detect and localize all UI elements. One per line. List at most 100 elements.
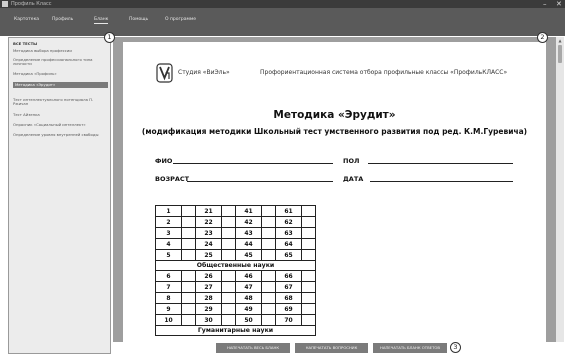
question-number-cell: 2	[155, 216, 182, 228]
callout-badge-1: 1	[104, 32, 115, 43]
sidebar-item-social-intelligence[interactable]: Опросник «Социальный интеллект»	[13, 122, 108, 127]
form-page: Студия «ВиЭль» Профориентационная систем…	[123, 42, 546, 342]
sidebar-item-eysenck[interactable]: Тест Айзенка	[13, 112, 108, 117]
question-number-cell: 70	[275, 314, 302, 326]
question-number-cell: 64	[275, 238, 302, 250]
date-label: ДАТА	[343, 175, 364, 183]
studio-logo-icon	[156, 63, 173, 83]
answer-cell	[261, 303, 276, 315]
answer-cell	[221, 270, 236, 282]
date-line	[370, 181, 513, 182]
menu-item-about[interactable]: О программе	[165, 17, 196, 22]
sex-label: ПОЛ	[343, 157, 360, 165]
callout-badge-3: 3	[450, 342, 461, 353]
question-number-cell: 6	[155, 270, 182, 282]
sidebar-item-profession-choice[interactable]: Методика выбора профессии	[13, 48, 108, 53]
question-number-cell: 30	[195, 314, 222, 326]
question-number-cell: 25	[195, 249, 222, 261]
answer-cell	[301, 227, 316, 239]
callout-badge-2: 2	[537, 32, 548, 43]
question-number-cell: 41	[235, 205, 262, 217]
grid-row: 2 22 42 62	[155, 216, 316, 228]
answer-cell	[301, 292, 316, 304]
grid-row: 3 23 43 63	[155, 227, 316, 239]
menu-item-profile[interactable]: Профиль	[52, 17, 73, 22]
viewer-scrollbar[interactable]: ▲	[556, 37, 564, 342]
question-number-cell: 44	[235, 238, 262, 250]
menu-item-help[interactable]: Помощь	[129, 17, 148, 22]
print-answers-button[interactable]: НАПЕЧАТАТЬ БЛАНК ОТВЕТОВ	[373, 343, 447, 353]
question-number-cell: 28	[195, 292, 222, 304]
question-number-cell: 7	[155, 281, 182, 293]
question-number-cell: 49	[235, 303, 262, 315]
question-number-cell: 62	[275, 216, 302, 228]
question-number-cell: 69	[275, 303, 302, 315]
question-number-cell: 61	[275, 205, 302, 217]
answer-cell	[221, 281, 236, 293]
answer-cell	[181, 270, 196, 282]
answer-cell	[221, 292, 236, 304]
answer-cell	[221, 238, 236, 250]
answer-cell	[301, 281, 316, 293]
sex-line	[368, 163, 513, 164]
scroll-thumb[interactable]	[558, 45, 562, 63]
scroll-up-icon[interactable]: ▲	[557, 38, 563, 43]
answer-cell	[301, 238, 316, 250]
minimize-button[interactable]: –	[543, 0, 547, 8]
answer-cell	[301, 216, 316, 228]
grid-row: 10 30 50 70	[155, 314, 316, 326]
print-all-button[interactable]: НАПЕЧАТАТЬ ВЕСЬ БЛАНК	[216, 343, 290, 353]
question-number-cell: 9	[155, 303, 182, 315]
sidebar-item-professional-type[interactable]: Определение профессионального типа лично…	[13, 57, 108, 67]
answer-cell	[221, 227, 236, 239]
section-row: Гуманитарные науки	[155, 325, 316, 336]
answer-cell	[221, 205, 236, 217]
question-number-cell: 8	[155, 292, 182, 304]
question-number-cell: 22	[195, 216, 222, 228]
sidebar-item-erudite[interactable]: Методика «Эрудит»	[13, 82, 108, 88]
window-title: Профиль Класс	[11, 1, 52, 7]
grid-row: 9 29 49 69	[155, 303, 316, 315]
grid-row: 8 28 48 68	[155, 292, 316, 304]
menubar: Картотека Профиль Бланк Помощь О програм…	[0, 8, 565, 36]
window-titlebar: Профиль Класс – ✕	[0, 0, 565, 8]
sidebar-item-intellectual-potential[interactable]: Тест интеллектуального потенциала П. Ржи…	[13, 97, 108, 107]
answer-cell	[181, 303, 196, 315]
grid-row: 5 25 45 65	[155, 249, 316, 261]
answer-cell	[261, 249, 276, 261]
answer-cell	[181, 292, 196, 304]
form-title: Методика «Эрудит»	[273, 109, 396, 121]
question-number-cell: 67	[275, 281, 302, 293]
menu-item-form[interactable]: Бланк	[94, 17, 109, 24]
print-questions-button[interactable]: НАПЕЧАТАТЬ ВОПРОСНИК	[295, 343, 368, 353]
sidebar-item-inner-freedom[interactable]: Определение уровня внутренней свободы	[13, 132, 108, 137]
form-subtitle: (модификация методики Школьный тест умст…	[141, 127, 528, 136]
answer-cell	[261, 281, 276, 293]
question-number-cell: 50	[235, 314, 262, 326]
grid-row: 4 24 44 64	[155, 238, 316, 250]
fio-label: ФИО	[155, 157, 173, 165]
sidebar-header-all-tests[interactable]: ВСЕ ТЕСТЫ	[13, 41, 108, 46]
answer-cell	[221, 314, 236, 326]
menu-item-cards[interactable]: Картотека	[14, 17, 39, 22]
answer-cell	[301, 205, 316, 217]
answer-cell	[301, 303, 316, 315]
grid-row: 6 26 46 66	[155, 270, 316, 282]
answer-cell	[221, 216, 236, 228]
answer-cell	[181, 249, 196, 261]
answer-cell	[301, 249, 316, 261]
question-number-cell: 42	[235, 216, 262, 228]
question-number-cell: 45	[235, 249, 262, 261]
answer-cell	[261, 270, 276, 282]
answer-cell	[181, 238, 196, 250]
section-header: Гуманитарные науки	[155, 325, 316, 336]
app-icon	[2, 1, 8, 7]
question-number-cell: 10	[155, 314, 182, 326]
age-line	[187, 181, 333, 182]
question-number-cell: 48	[235, 292, 262, 304]
grid-row: 1 21 41 61	[155, 205, 316, 217]
section-row: Общественные науки	[155, 260, 316, 271]
close-button[interactable]: ✕	[556, 0, 562, 8]
question-number-cell: 21	[195, 205, 222, 217]
sidebar-item-profile-method[interactable]: Методика «Профиль»	[13, 71, 108, 76]
